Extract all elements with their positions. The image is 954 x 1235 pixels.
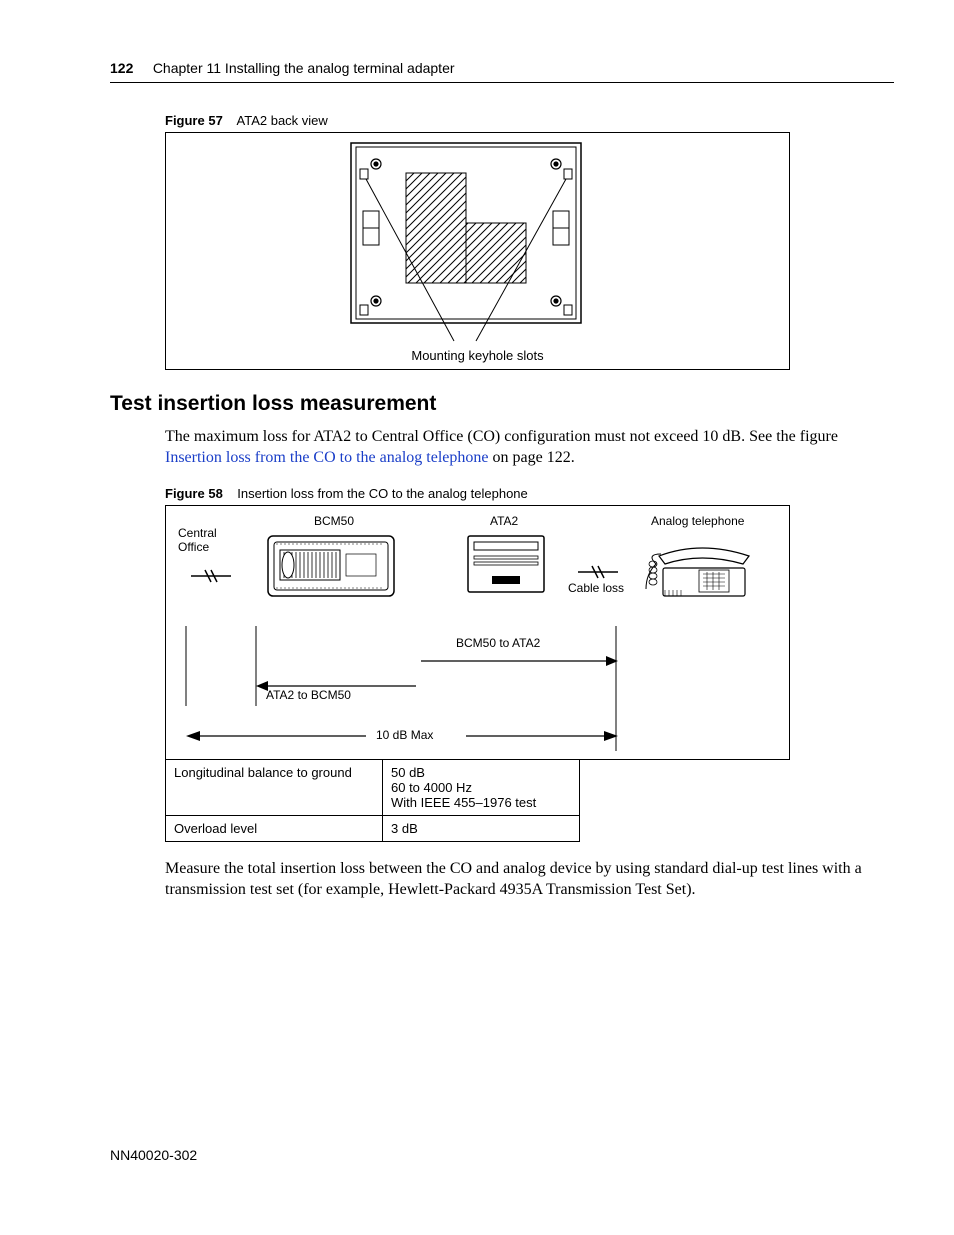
figure-58-title: Insertion loss from the CO to the analog… [237,486,528,501]
ata2-backview-illustration [166,133,789,369]
table-row: Overload level 3 dB [166,816,580,842]
spec-val-0: 50 dB 60 to 4000 Hz With IEEE 455–1976 t… [383,760,580,816]
mounting-slots-label: Mounting keyhole slots [166,348,789,363]
figure-58-caption: Figure 58 Insertion loss from the CO to … [165,486,894,501]
doc-id-footer: NN40020-302 [110,1147,197,1163]
figure-57-caption: Figure 57 ATA2 back view [165,113,894,128]
arrows-overlay [166,506,789,759]
section-heading: Test insertion loss measurement [110,392,894,416]
max-loss-label: 10 dB Max [376,728,433,742]
figure-58-label: Figure 58 [165,486,223,501]
figure-57-label: Figure 57 [165,113,223,128]
spec-key-1: Overload level [166,816,383,842]
figure-57-block: Figure 57 ATA2 back view [165,113,894,370]
para1-text-a: The maximum loss for ATA2 to Central Off… [165,428,838,445]
figure-58-frame: Central Office BCM50 [165,505,790,760]
paragraph-2: Measure the total insertion loss between… [165,858,894,900]
table-row: Longitudinal balance to ground 50 dB 60 … [166,760,580,816]
figure-57-frame: Mounting keyhole slots [165,132,790,370]
page-number: 122 [110,60,133,76]
paragraph-2-wrap: Measure the total insertion loss between… [165,858,894,900]
running-header: 122 Chapter 11 Installing the analog ter… [110,60,894,83]
para1-text-b: on page 122. [492,449,574,466]
insertion-loss-link[interactable]: Insertion loss from the CO to the analog… [165,449,488,466]
ata2-to-bcm50-label: ATA2 to BCM50 [266,688,351,702]
spec-table: Longitudinal balance to ground 50 dB 60 … [165,759,580,842]
figure-57-title: ATA2 back view [237,113,328,128]
spec-val-1: 3 dB [383,816,580,842]
bcm50-to-ata2-label: BCM50 to ATA2 [456,636,540,650]
figure-58-block: Figure 58 Insertion loss from the CO to … [165,486,894,842]
page: 122 Chapter 11 Installing the analog ter… [0,0,954,1235]
chapter-title: Chapter 11 Installing the analog termina… [153,60,455,76]
paragraph-1: The maximum loss for ATA2 to Central Off… [165,426,894,468]
spec-key-0: Longitudinal balance to ground [166,760,383,816]
